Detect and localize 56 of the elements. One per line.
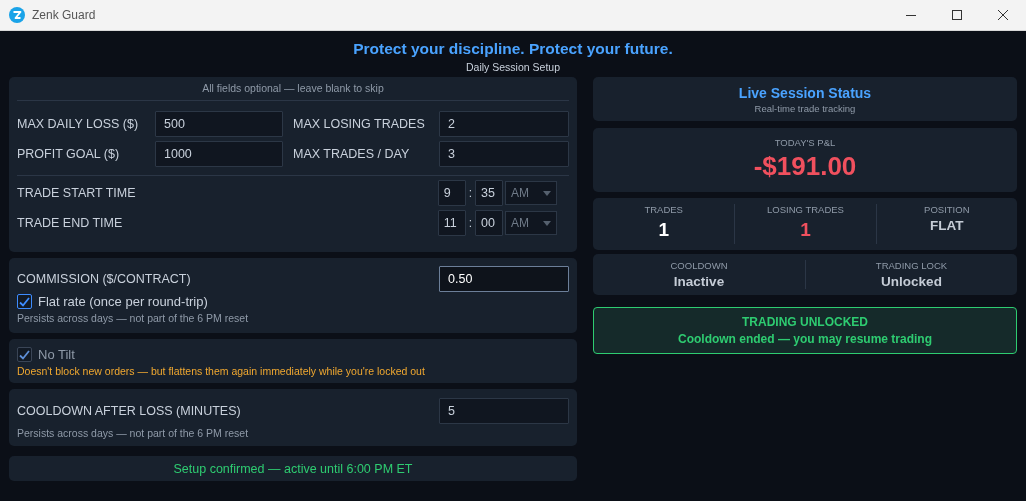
checkbox[interactable] xyxy=(17,294,32,309)
field-label: COMMISSION ($/CONTRACT) xyxy=(17,272,191,286)
input-field[interactable]: 500 xyxy=(155,111,283,137)
field-label: COOLDOWN AFTER LOSS (MINUTES) xyxy=(17,404,241,418)
warning-text: Doesn't block new orders — but flattens them again immediately while you're locked out xyxy=(17,365,426,377)
field-label: TRADE START TIME xyxy=(17,186,137,200)
minute-field[interactable]: 35 xyxy=(475,180,503,206)
caret-icon xyxy=(543,190,551,196)
stat-label: POSITION xyxy=(924,204,970,215)
hour-field[interactable]: 11 xyxy=(437,210,466,236)
banner-title: TRADING UNLOCKED xyxy=(742,315,868,329)
checkbox-label: No Tilt xyxy=(38,347,75,362)
maximize-icon[interactable] xyxy=(952,10,962,20)
input-field[interactable]: 2 xyxy=(439,111,569,137)
tagline: Protect your discipline. Protect your future. xyxy=(353,40,673,58)
window-title: Zenk Guard xyxy=(32,8,97,22)
field-label: PROFIT GOAL ($) xyxy=(17,147,121,161)
field-label: TRADE END TIME xyxy=(17,216,124,230)
hint-text: Persists across days — not part of the 6 PM reset xyxy=(17,427,250,439)
input-field[interactable]: 3 xyxy=(439,141,569,167)
stat-label: LOSING TRADES xyxy=(767,204,844,215)
page-subtitle: Daily Session Setup xyxy=(466,61,560,73)
time-separator: : xyxy=(468,186,472,200)
stat-value: 1 xyxy=(658,219,669,241)
app-logo-icon xyxy=(9,7,25,23)
period-dropdown[interactable]: AM xyxy=(505,211,557,235)
hour-field[interactable]: 9 xyxy=(437,180,466,206)
state-value: Inactive xyxy=(673,274,725,289)
banner-message: Cooldown ended — you may resume trading xyxy=(677,332,932,346)
time-separator: : xyxy=(468,216,472,230)
field-label: MAX TRADES / DAY xyxy=(293,147,411,161)
stat-label: TRADES xyxy=(644,204,683,215)
close-icon[interactable] xyxy=(998,10,1008,20)
state-label: TRADING LOCK xyxy=(875,260,948,271)
minute-field[interactable]: 00 xyxy=(475,210,503,236)
input-field[interactable]: 0.50 xyxy=(439,266,569,292)
state-label: COOLDOWN xyxy=(670,260,728,271)
pnl-value: -$191.00 xyxy=(753,151,857,182)
pnl-label: TODAY'S P&L xyxy=(774,137,836,148)
input-field[interactable]: 5 xyxy=(439,398,569,424)
checkbox-label: Flat rate (once per round-trip) xyxy=(38,294,208,309)
period-dropdown[interactable]: AM xyxy=(505,181,557,205)
stat-value: 1 xyxy=(800,219,811,241)
hint-text: Persists across days — not part of the 6 PM reset xyxy=(17,312,250,324)
stat-value: FLAT xyxy=(930,218,964,233)
status-subtitle: Real-time trade tracking xyxy=(754,102,856,114)
field-label: MAX DAILY LOSS ($) xyxy=(17,117,140,131)
confirmation-text: Setup confirmed — active until 6:00 PM ET xyxy=(173,461,413,476)
field-label: MAX LOSING TRADES xyxy=(293,117,426,131)
check-icon xyxy=(19,349,30,360)
state-value: Unlocked xyxy=(881,274,942,289)
input-field[interactable]: 1000 xyxy=(155,141,283,167)
caret-icon xyxy=(543,220,551,226)
check-icon xyxy=(19,296,30,307)
status-title: Live Session Status xyxy=(738,84,872,101)
hint-text: All fields optional — leave blank to skip xyxy=(201,82,385,96)
